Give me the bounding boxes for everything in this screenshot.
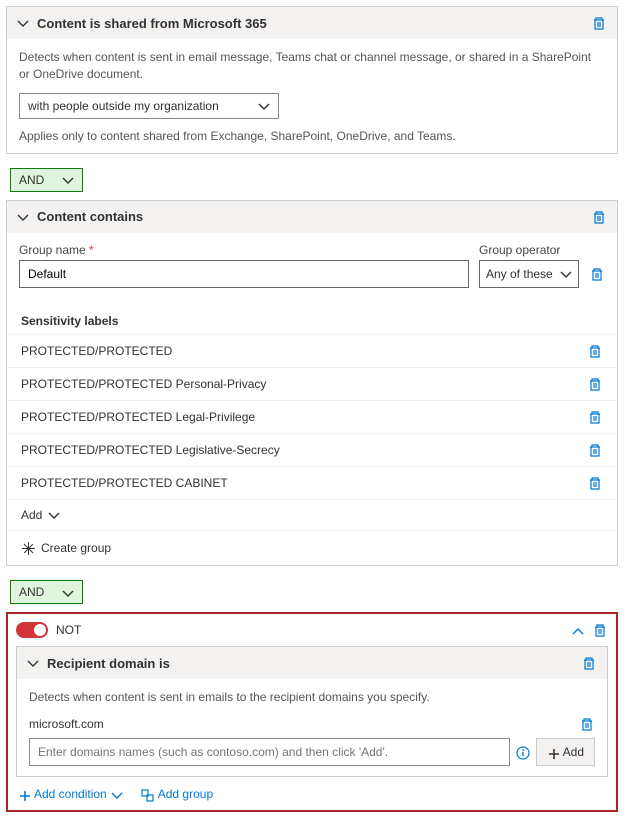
sensitivity-label-row: PROTECTED/PROTECTED: [7, 334, 617, 367]
collapse-button[interactable]: [572, 623, 584, 637]
info-icon[interactable]: [516, 745, 530, 760]
sensitivity-label-row: PROTECTED/PROTECTED Legal-Privilege: [7, 400, 617, 433]
not-label: NOT: [56, 623, 306, 637]
delete-label-button[interactable]: [587, 475, 603, 491]
delete-label-button[interactable]: [587, 376, 603, 392]
sparkle-icon: [21, 541, 35, 556]
group-name-label: Group name *: [19, 243, 469, 257]
condition-description: Detects when content is sent in emails t…: [29, 689, 595, 706]
condition-recipient-domain: Recipient domain is Detects when content…: [16, 646, 608, 777]
chevron-down-icon: [258, 99, 270, 113]
sensitivity-label-row: PROTECTED/PROTECTED CABINET: [7, 466, 617, 499]
delete-label-button[interactable]: [587, 343, 603, 359]
chevron-down-icon: [62, 173, 74, 187]
not-condition-group: NOT Recipient domain is Detects when con…: [6, 612, 618, 811]
section-title: Content is shared from Microsoft 365: [37, 16, 583, 31]
boolean-operator-select[interactable]: AND: [10, 580, 83, 604]
add-domain-button[interactable]: Add: [536, 738, 595, 766]
condition-description: Detects when content is sent in email me…: [19, 49, 605, 83]
domain-entry-row: microsoft.com: [29, 716, 595, 732]
section-title: Content contains: [37, 209, 583, 224]
chevron-down-icon: [48, 508, 60, 522]
plus-icon: [547, 745, 559, 759]
share-scope-select[interactable]: with people outside my organization: [19, 93, 279, 119]
create-group-button[interactable]: Create group: [7, 530, 617, 566]
operator-label: AND: [19, 173, 44, 187]
label-text: PROTECTED/PROTECTED CABINET: [21, 476, 228, 490]
group-operator-select[interactable]: Any of these: [479, 260, 579, 288]
label-text: PROTECTED/PROTECTED: [21, 344, 172, 358]
add-group-button[interactable]: Add group: [141, 787, 213, 801]
section-header[interactable]: Content contains: [7, 201, 617, 233]
condition-content-contains: Content contains Group name * Group oper…: [6, 200, 618, 567]
chevron-down-icon: [17, 17, 29, 29]
delete-label-button[interactable]: [587, 442, 603, 458]
delete-condition-button[interactable]: [591, 15, 607, 31]
label-text: PROTECTED/PROTECTED Legal-Privilege: [21, 410, 255, 424]
delete-label-button[interactable]: [587, 409, 603, 425]
section-header[interactable]: Recipient domain is: [17, 647, 607, 679]
operator-label: AND: [19, 585, 44, 599]
group-operator-label: Group operator: [479, 243, 579, 257]
add-condition-button[interactable]: Add condition: [18, 787, 123, 801]
section-title: Recipient domain is: [47, 656, 573, 671]
label-text: PROTECTED/PROTECTED Legislative-Secrecy: [21, 443, 280, 457]
chevron-down-icon: [111, 787, 123, 801]
domain-input[interactable]: [29, 738, 510, 766]
boolean-operator-select[interactable]: AND: [10, 168, 83, 192]
delete-group-button[interactable]: [592, 622, 608, 638]
chevron-down-icon: [560, 267, 572, 281]
sensitivity-label-row: PROTECTED/PROTECTED Legislative-Secrecy: [7, 433, 617, 466]
select-value: with people outside my organization: [28, 99, 219, 113]
sensitivity-label-row: PROTECTED/PROTECTED Personal-Privacy: [7, 367, 617, 400]
delete-group-button[interactable]: [589, 266, 605, 282]
condition-shared-from-m365: Content is shared from Microsoft 365 Det…: [6, 6, 618, 154]
delete-condition-button[interactable]: [581, 655, 597, 671]
sensitivity-labels-heading: Sensitivity labels: [7, 306, 617, 334]
plus-icon: [18, 787, 30, 801]
add-label-button[interactable]: Add: [7, 499, 617, 530]
delete-domain-button[interactable]: [579, 716, 595, 732]
chevron-down-icon: [62, 585, 74, 599]
section-header[interactable]: Content is shared from Microsoft 365: [7, 7, 617, 39]
chevron-down-icon: [17, 211, 29, 223]
chevron-down-icon: [27, 657, 39, 669]
applies-note: Applies only to content shared from Exch…: [19, 129, 605, 143]
delete-condition-button[interactable]: [591, 209, 607, 225]
group-name-input[interactable]: [19, 260, 469, 288]
not-toggle[interactable]: [16, 622, 48, 638]
domain-value: microsoft.com: [29, 717, 104, 731]
label-text: PROTECTED/PROTECTED Personal-Privacy: [21, 377, 266, 391]
group-icon: [141, 787, 154, 801]
